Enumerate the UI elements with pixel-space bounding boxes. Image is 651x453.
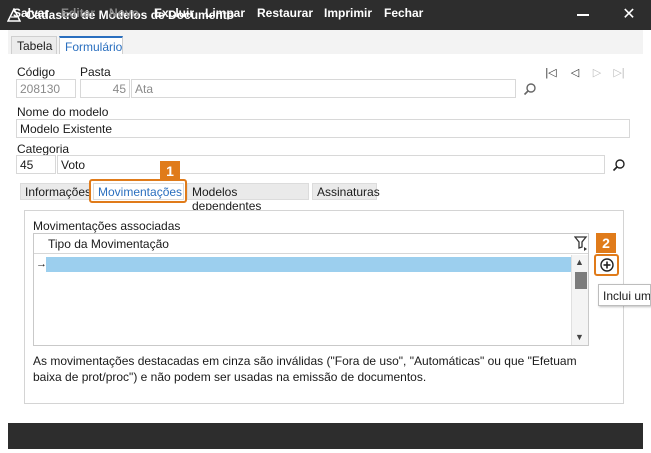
close-icon[interactable]: ✕: [619, 6, 639, 24]
salvar-button[interactable]: Salvar: [13, 6, 49, 20]
categoria-number-field[interactable]: 45: [16, 155, 56, 174]
invalid-movements-note: As movimentações destacadas em cinza são…: [33, 354, 577, 384]
nav-prev-button[interactable]: ◁: [567, 66, 583, 84]
minimize-icon[interactable]: [577, 14, 589, 16]
limpar-button[interactable]: Limpar: [205, 6, 245, 20]
scroll-down-icon[interactable]: ▼: [575, 332, 584, 342]
search-icon[interactable]: [523, 82, 537, 96]
scroll-up-icon[interactable]: ▲: [575, 257, 584, 267]
nav-last-button[interactable]: ▷|: [611, 66, 627, 84]
group-title: Movimentações associadas: [33, 219, 181, 233]
novo-button[interactable]: Novo: [109, 6, 139, 20]
pasta-name-field[interactable]: Ata: [131, 79, 516, 98]
movimentacoes-grid[interactable]: Tipo da Movimentação → ▲ ▼: [33, 233, 589, 346]
pasta-number-field[interactable]: 45: [80, 79, 130, 98]
categoria-name-field[interactable]: Voto: [57, 155, 605, 174]
column-header-tipo[interactable]: Tipo da Movimentação: [48, 237, 169, 251]
add-tooltip: Inclui um: [598, 284, 651, 306]
grid-scrollbar[interactable]: ▲ ▼: [571, 255, 588, 345]
add-circle-icon: [600, 258, 614, 272]
fechar-button[interactable]: Fechar: [384, 6, 423, 20]
codigo-label: Código: [17, 65, 56, 79]
nav-next-button[interactable]: ▷: [589, 66, 605, 84]
scroll-thumb[interactable]: [575, 272, 587, 289]
restaurar-button[interactable]: Restaurar: [257, 6, 313, 20]
grid-header[interactable]: Tipo da Movimentação: [34, 234, 588, 254]
filter-icon[interactable]: [574, 235, 588, 251]
add-movimentacao-button[interactable]: [594, 254, 619, 276]
row-indicator-icon: →: [36, 258, 47, 270]
subtab-modelos-dependentes[interactable]: Modelos dependentes: [187, 183, 309, 213]
tab-tabela[interactable]: Tabela: [11, 36, 57, 54]
imprimir-button[interactable]: Imprimir: [324, 6, 372, 20]
nome-field[interactable]: Modelo Existente: [16, 119, 630, 138]
step-badge-1: 1: [160, 161, 180, 181]
search-icon[interactable]: [612, 158, 626, 172]
codigo-field[interactable]: 208130: [16, 79, 76, 98]
bottom-toolbar: [8, 423, 643, 449]
nav-first-button[interactable]: |◁: [543, 66, 559, 84]
highlight-box-movimentacoes: [89, 179, 187, 203]
subtab-assinaturas[interactable]: Assinaturas: [312, 183, 380, 200]
table-row[interactable]: [46, 257, 571, 272]
categoria-label: Categoria: [17, 142, 70, 156]
tab-formulario[interactable]: Formulário: [59, 36, 123, 54]
step-badge-2: 2: [596, 233, 616, 253]
subtab-informacoes[interactable]: Informações: [20, 183, 91, 200]
excluir-button[interactable]: Excluir: [154, 6, 194, 20]
pasta-label: Pasta: [80, 65, 111, 79]
editar-button[interactable]: Editar: [61, 6, 95, 20]
nome-label: Nome do modelo: [17, 105, 109, 119]
